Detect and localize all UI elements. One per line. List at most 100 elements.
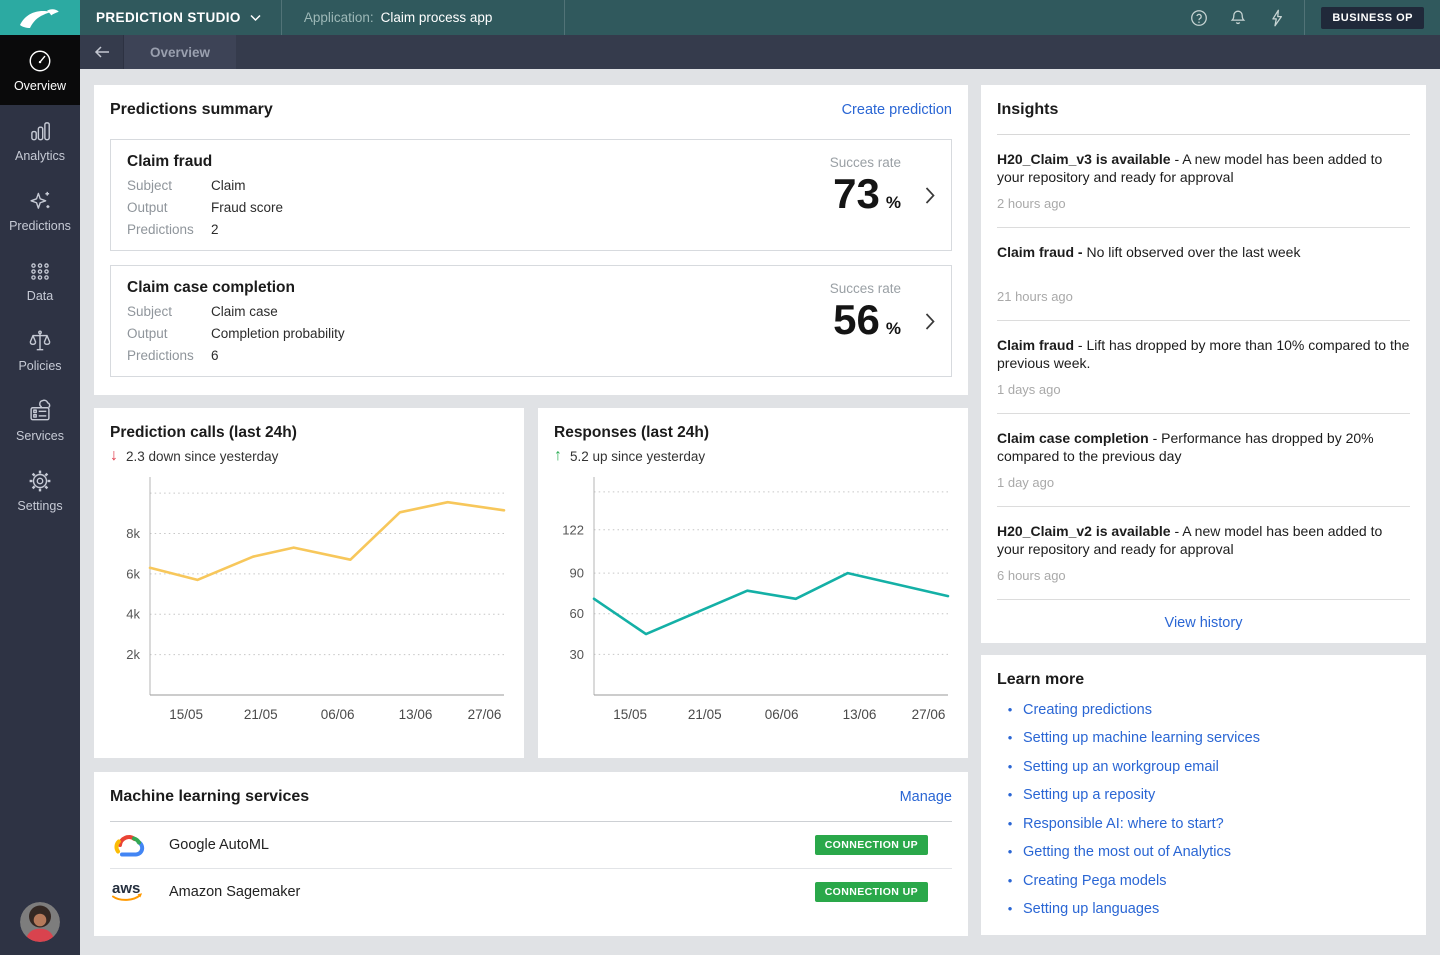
bullet-icon (997, 843, 1023, 861)
operator-badge-button[interactable]: BUSINESS OP (1321, 7, 1424, 29)
main-content: Predictions summary Create prediction Cl… (94, 85, 1426, 936)
insight-bold: Claim fraud - (997, 244, 1083, 260)
back-arrow-icon (93, 44, 111, 60)
ml-service-name: Amazon Sagemaker (169, 884, 300, 900)
learn-link-row: Responsible AI: where to start? (997, 816, 1410, 832)
chevron-right-icon[interactable] (925, 313, 935, 330)
sidebar: Overview Analytics Predictions Data Poli… (0, 35, 80, 955)
sidebar-item-settings[interactable]: Settings (0, 455, 80, 525)
sidebar-item-predictions[interactable]: Predictions (0, 175, 80, 245)
insight-item: H20_Claim_v3 is available - A new model … (997, 135, 1410, 228)
help-icon[interactable] (1188, 7, 1210, 29)
studio-switcher[interactable]: PREDICTION STUDIO (80, 0, 281, 35)
svg-text:90: 90 (570, 566, 584, 581)
ml-service-row-google[interactable]: Google AutoML CONNECTION UP (110, 821, 952, 868)
bullet-icon (997, 786, 1023, 804)
ml-service-row-aws[interactable]: aws Amazon Sagemaker CONNECTION UP (110, 868, 952, 915)
svg-text:2k: 2k (126, 647, 140, 662)
prediction-calls-chart: 2k4k6k8k15/0521/0506/0613/0627/06 (110, 473, 508, 729)
sidebar-item-label: Analytics (15, 149, 65, 163)
learn-link[interactable]: Setting up an workgroup email (1023, 759, 1219, 775)
sidebar-item-analytics[interactable]: Analytics (0, 105, 80, 175)
connection-status-badge: CONNECTION UP (815, 835, 928, 855)
chevron-right-icon[interactable] (925, 187, 935, 204)
svg-text:4k: 4k (126, 607, 140, 622)
learn-link-row: Setting up machine learning services (997, 730, 1410, 746)
sidebar-item-label: Overview (14, 79, 66, 93)
gear-icon (27, 468, 53, 494)
arrow-up-icon: ↑ (554, 447, 562, 465)
sidebar-item-services[interactable]: Services (0, 385, 80, 455)
pega-logo[interactable] (0, 0, 80, 35)
learn-link[interactable]: Setting up machine learning services (1023, 730, 1260, 746)
user-avatar[interactable] (20, 902, 60, 942)
field-value: Claim case (211, 304, 278, 319)
responses-panel: Responses (last 24h) ↑ 5.2 up since yest… (538, 408, 968, 758)
connection-status-badge: CONNECTION UP (815, 882, 928, 902)
sidebar-item-overview[interactable]: Overview (0, 35, 80, 105)
learn-link[interactable]: Setting up languages (1023, 901, 1159, 917)
prediction-card-claim-fraud[interactable]: Claim fraud SubjectClaim OutputFraud sco… (110, 139, 952, 251)
field-label: Output (127, 200, 211, 215)
prediction-card-claim-case-completion[interactable]: Claim case completion SubjectClaim case … (110, 265, 952, 377)
learn-link[interactable]: Creating Pega models (1023, 873, 1166, 889)
sidebar-item-label: Predictions (9, 219, 71, 233)
back-button[interactable] (80, 35, 123, 69)
prediction-name: Claim case completion (127, 279, 830, 297)
create-prediction-link[interactable]: Create prediction (842, 102, 952, 118)
sidebar-item-data[interactable]: Data (0, 245, 80, 315)
field-value: 6 (211, 348, 219, 363)
manage-link[interactable]: Manage (900, 789, 952, 805)
insight-bold: H20_Claim_v3 is available (997, 151, 1171, 167)
svg-text:06/06: 06/06 (765, 707, 799, 722)
ml-service-name: Google AutoML (169, 837, 269, 853)
sparkles-icon (27, 188, 53, 214)
learn-more-panel: Learn more Creating predictions Setting … (981, 655, 1426, 935)
sidebar-item-policies[interactable]: Policies (0, 315, 80, 385)
learn-link[interactable]: Getting the most out of Analytics (1023, 844, 1231, 860)
flash-icon[interactable] (1266, 7, 1288, 29)
predictions-summary-panel: Predictions summary Create prediction Cl… (94, 85, 968, 395)
prediction-name: Claim fraud (127, 153, 830, 171)
success-rate-value: 73 (833, 170, 880, 217)
svg-text:27/06: 27/06 (912, 707, 946, 722)
view-history-link[interactable]: View history (1165, 615, 1243, 631)
learn-link-row: Getting the most out of Analytics (997, 844, 1410, 860)
field-label: Predictions (127, 348, 211, 363)
learn-link-row: Creating predictions (997, 702, 1410, 718)
learn-link[interactable]: Creating predictions (1023, 702, 1152, 718)
insights-title: Insights (997, 101, 1410, 119)
success-rate-unit: % (886, 319, 901, 338)
field-value: Fraud score (211, 200, 283, 215)
bullet-icon (997, 729, 1023, 747)
learn-more-title: Learn more (997, 671, 1410, 689)
breadcrumb-bar: Overview (80, 35, 1440, 69)
field-label: Subject (127, 304, 211, 319)
learn-link[interactable]: Responsible AI: where to start? (1023, 816, 1224, 832)
avatar-image (20, 902, 60, 942)
learn-link[interactable]: Setting up a reposity (1023, 787, 1155, 803)
insight-item: Claim fraud - Lift has dropped by more t… (997, 321, 1410, 414)
bullet-icon (997, 872, 1023, 890)
notifications-bell-icon[interactable] (1227, 7, 1249, 29)
insight-bold: H20_Claim_v2 is available (997, 523, 1171, 539)
field-label: Subject (127, 178, 211, 193)
svg-text:21/05: 21/05 (244, 707, 278, 722)
tab-overview-label: Overview (150, 45, 210, 60)
application-name: Claim process app (381, 10, 493, 25)
top-bar: PREDICTION STUDIO Application: Claim pro… (0, 0, 1440, 35)
insight-bold: Claim case completion (997, 430, 1149, 446)
learn-link-row: Setting up languages (997, 901, 1410, 917)
sidebar-item-label: Settings (17, 499, 62, 513)
responses-delta: 5.2 up since yesterday (570, 449, 705, 464)
insight-item: Claim case completion - Performance has … (997, 414, 1410, 507)
svg-text:15/05: 15/05 (169, 707, 203, 722)
svg-text:60: 60 (570, 606, 584, 621)
aws-logo-icon: aws (110, 878, 152, 906)
field-value: Completion probability (211, 326, 345, 341)
predictions-summary-title: Predictions summary (110, 101, 273, 119)
success-rate-unit: % (886, 193, 901, 212)
tab-overview[interactable]: Overview (123, 35, 236, 69)
chevron-down-icon (250, 14, 261, 22)
field-value: 2 (211, 222, 219, 237)
